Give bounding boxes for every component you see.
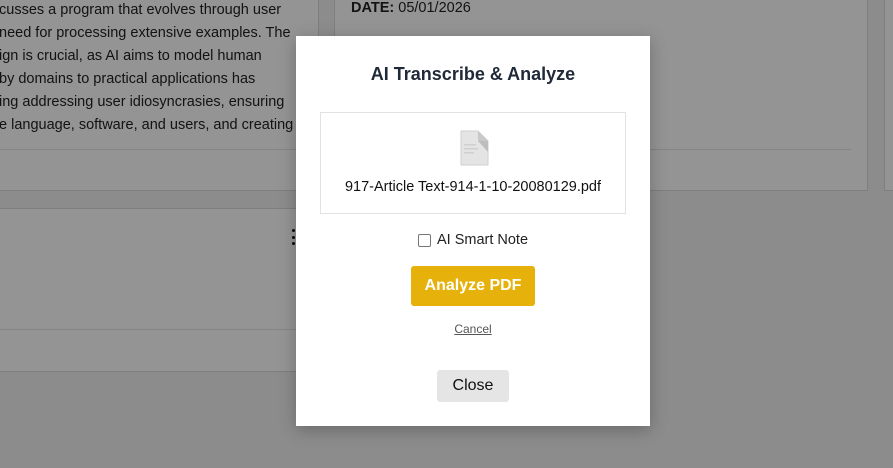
cancel-link[interactable]: Cancel [296,322,650,336]
file-name: 917-Article Text-914-1-10-20080129.pdf [344,179,602,195]
smart-note-label: AI Smart Note [436,232,529,248]
dialog-title: AI Transcribe & Analyze [370,64,576,84]
smart-note-option[interactable]: AI Smart Note [296,232,650,248]
smart-note-checkbox[interactable] [417,233,431,247]
analyze-pdf-button[interactable]: Analyze PDF [411,266,535,306]
file-preview: 917-Article Text-914-1-10-20080129.pdf [320,112,626,214]
pdf-file-icon [460,130,489,166]
ai-analyze-dialog: AI Transcribe & Analyze 917-Article Text… [296,36,650,426]
close-button[interactable]: Close [437,370,509,402]
